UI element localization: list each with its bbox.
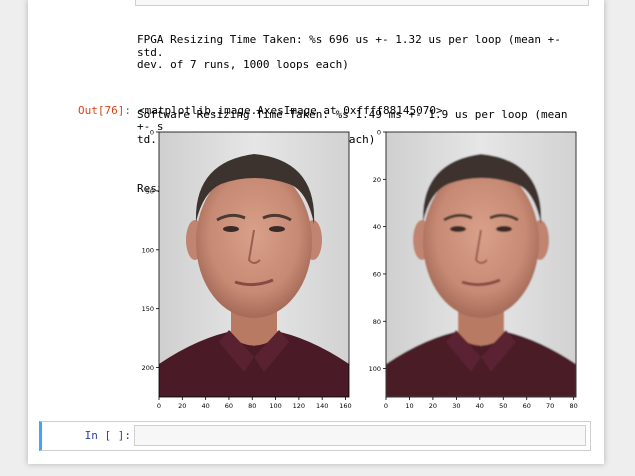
y-tick-label: 50 bbox=[146, 187, 154, 195]
in-prompt: In [ ]: bbox=[84, 429, 131, 442]
x-tick-label: 40 bbox=[476, 402, 484, 410]
fpga-timing-line: FPGA Resizing Time Taken: %s 696 us +- 1… bbox=[137, 33, 561, 71]
x-tick-label: 80 bbox=[570, 402, 578, 410]
y-tick-label: 100 bbox=[142, 246, 154, 254]
portrait-image-original bbox=[159, 132, 349, 397]
x-tick-label: 0 bbox=[384, 402, 388, 410]
execute-result-text: <matplotlib.image.AxesImage at 0xffff881… bbox=[138, 104, 443, 117]
x-tick-label: 120 bbox=[293, 402, 305, 410]
y-tick-label: 80 bbox=[373, 318, 381, 326]
y-tick-label: 200 bbox=[142, 364, 154, 372]
x-tick-label: 0 bbox=[157, 402, 161, 410]
x-tick-label: 80 bbox=[248, 402, 256, 410]
x-tick-label: 10 bbox=[405, 402, 413, 410]
portrait-image-resized bbox=[386, 132, 576, 397]
x-tick-label: 70 bbox=[546, 402, 554, 410]
x-tick-label: 20 bbox=[429, 402, 437, 410]
x-tick-label: 160 bbox=[339, 402, 351, 410]
y-tick-label: 60 bbox=[373, 270, 381, 278]
left-axes: 0 20 40 60 80 100 120 140 160 0 50 100 150 200 bbox=[142, 129, 352, 411]
empty-code-cell[interactable]: In [ ]: bbox=[39, 421, 591, 451]
x-tick-label: 100 bbox=[269, 402, 281, 410]
x-tick-label: 140 bbox=[316, 402, 328, 410]
x-tick-label: 50 bbox=[499, 402, 507, 410]
matplotlib-figure: 0 20 40 60 80 100 120 140 160 0 50 100 150 200 0 10 20 3… bbox=[138, 124, 588, 414]
x-tick-label: 60 bbox=[523, 402, 531, 410]
y-tick-label: 0 bbox=[150, 129, 154, 137]
y-tick-label: 0 bbox=[377, 129, 381, 137]
x-tick-label: 60 bbox=[225, 402, 233, 410]
out-prompt: Out[76]: bbox=[78, 104, 131, 117]
x-tick-label: 20 bbox=[178, 402, 186, 410]
y-tick-label: 20 bbox=[373, 176, 381, 184]
x-tick-label: 40 bbox=[201, 402, 209, 410]
code-input-area[interactable] bbox=[134, 425, 586, 446]
previous-cell-input-edge[interactable] bbox=[135, 0, 589, 6]
y-tick-label: 150 bbox=[142, 305, 154, 313]
right-axes: 0 10 20 30 40 50 60 70 80 0 20 40 60 80 100 bbox=[369, 129, 578, 411]
y-tick-label: 100 bbox=[369, 365, 381, 373]
figure-svg: 0 20 40 60 80 100 120 140 160050100150200 0 10 20 3… bbox=[142, 129, 578, 411]
x-tick-label: 30 bbox=[452, 402, 460, 410]
y-tick-label: 40 bbox=[373, 223, 381, 231]
